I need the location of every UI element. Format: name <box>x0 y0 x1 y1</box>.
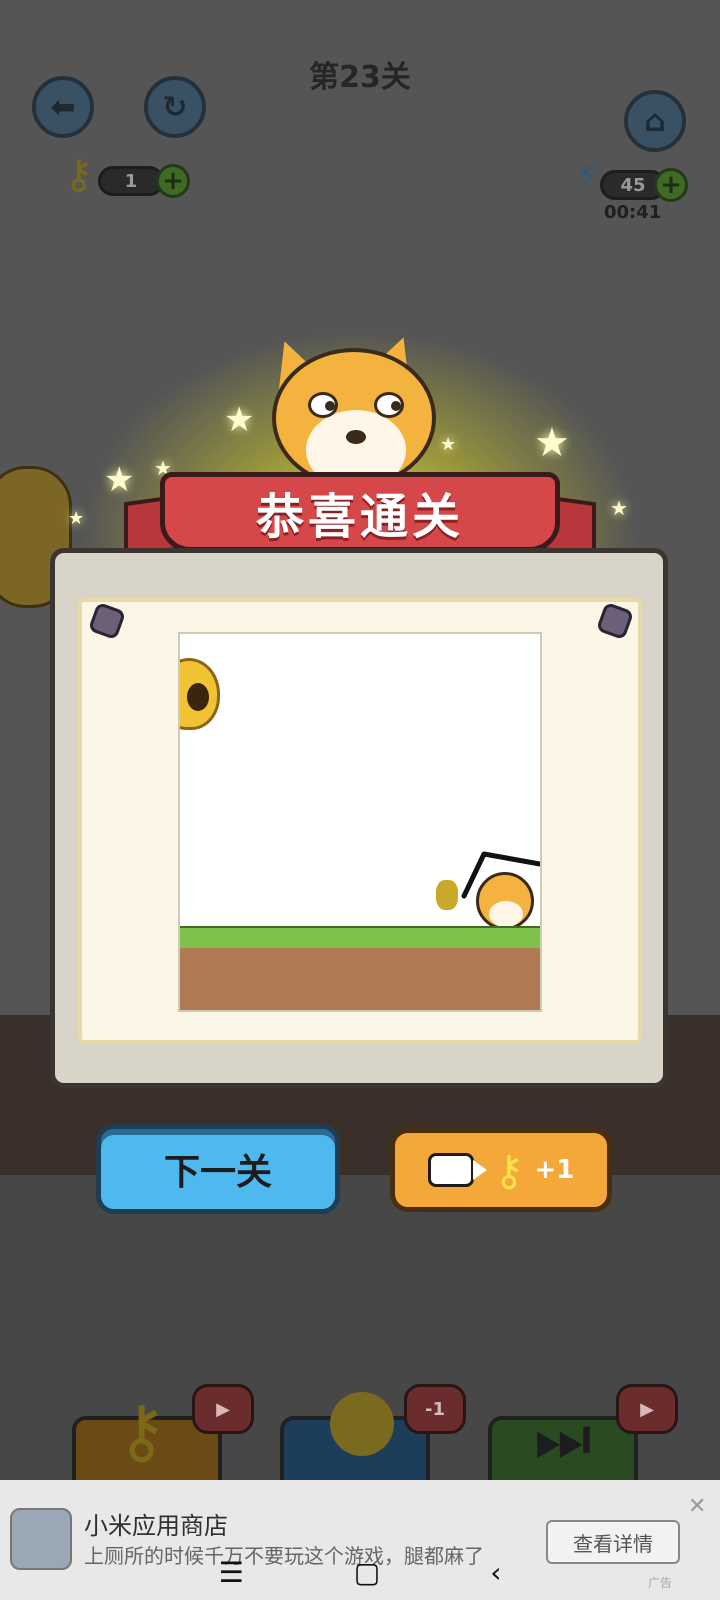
menu-icon[interactable]: ☰ <box>219 1556 244 1589</box>
level-title: 第23关 <box>309 60 411 95</box>
preview-dirt <box>180 948 540 1010</box>
watch-video-key-button[interactable]: ⚷ +1 <box>390 1128 612 1212</box>
arrow-left-icon: ⬅ <box>50 89 76 125</box>
lightning-icon: ⚡ <box>574 154 601 198</box>
system-nav-bar: ☰ ▢ ‹ <box>0 1544 720 1600</box>
video-badge: ▶ <box>192 1384 254 1434</box>
home-square-icon[interactable]: ▢ <box>354 1556 380 1589</box>
preview-beehive <box>180 658 220 730</box>
key-counter: ⚷ 1 + <box>64 150 194 210</box>
home-icon: ⌂ <box>644 103 666 139</box>
star-icon: ★ <box>610 496 628 520</box>
star-icon: ★ <box>534 420 570 466</box>
star-icon: ★ <box>224 400 255 440</box>
hint-cost-label: -1 <box>425 1398 445 1420</box>
dog-pupil <box>391 401 401 411</box>
star-icon: ★ <box>68 508 85 529</box>
beehive-hole <box>187 683 209 711</box>
restart-icon: ↻ <box>162 89 188 125</box>
key-icon: ⚷ <box>116 1390 168 1472</box>
skip-icon: ⏭ <box>534 1402 592 1476</box>
ad-title: 小米应用商店 <box>84 1512 228 1540</box>
add-energy-button[interactable]: + <box>654 168 688 202</box>
energy-timer: 00:41 <box>604 202 662 223</box>
keys-count: 1 <box>98 166 164 196</box>
video-camera-icon <box>427 1153 487 1187</box>
key-icon: ⚷ <box>493 1145 525 1195</box>
hint-cost-badge: -1 <box>404 1384 466 1434</box>
restart-button[interactable]: ↻ <box>144 76 206 138</box>
star-icon: ★ <box>104 460 135 500</box>
back-chevron-icon[interactable]: ‹ <box>490 1556 501 1589</box>
video-badge: ▶ <box>616 1384 678 1434</box>
preview-bees <box>436 880 458 910</box>
star-icon: ★ <box>440 434 457 455</box>
victory-banner: 恭喜通关 <box>160 472 560 552</box>
dog-eye <box>308 392 338 418</box>
key-icon: ⚷ <box>64 152 94 198</box>
video-camera-icon: ▶ <box>640 1398 654 1420</box>
dog-pupil <box>325 401 335 411</box>
preview-dog-muzzle <box>489 901 523 927</box>
preview-dog <box>476 872 534 930</box>
dog-mascot <box>272 348 436 488</box>
energy-counter: ⚡ 45 + 00:41 <box>574 154 690 224</box>
video-camera-icon: ▶ <box>216 1398 230 1420</box>
lightbulb-icon <box>330 1392 394 1456</box>
home-button[interactable]: ⌂ <box>624 90 686 152</box>
add-keys-button[interactable]: + <box>156 164 190 198</box>
dog-eye <box>374 392 404 418</box>
preview-grass <box>180 926 540 950</box>
ad-close-icon[interactable]: ✕ <box>688 1494 706 1519</box>
back-button[interactable]: ⬅ <box>32 76 94 138</box>
video-reward-label: +1 <box>534 1155 575 1185</box>
dog-nose <box>346 430 366 444</box>
next-level-button[interactable]: 下一关 <box>96 1124 340 1214</box>
level-preview <box>178 632 542 1012</box>
